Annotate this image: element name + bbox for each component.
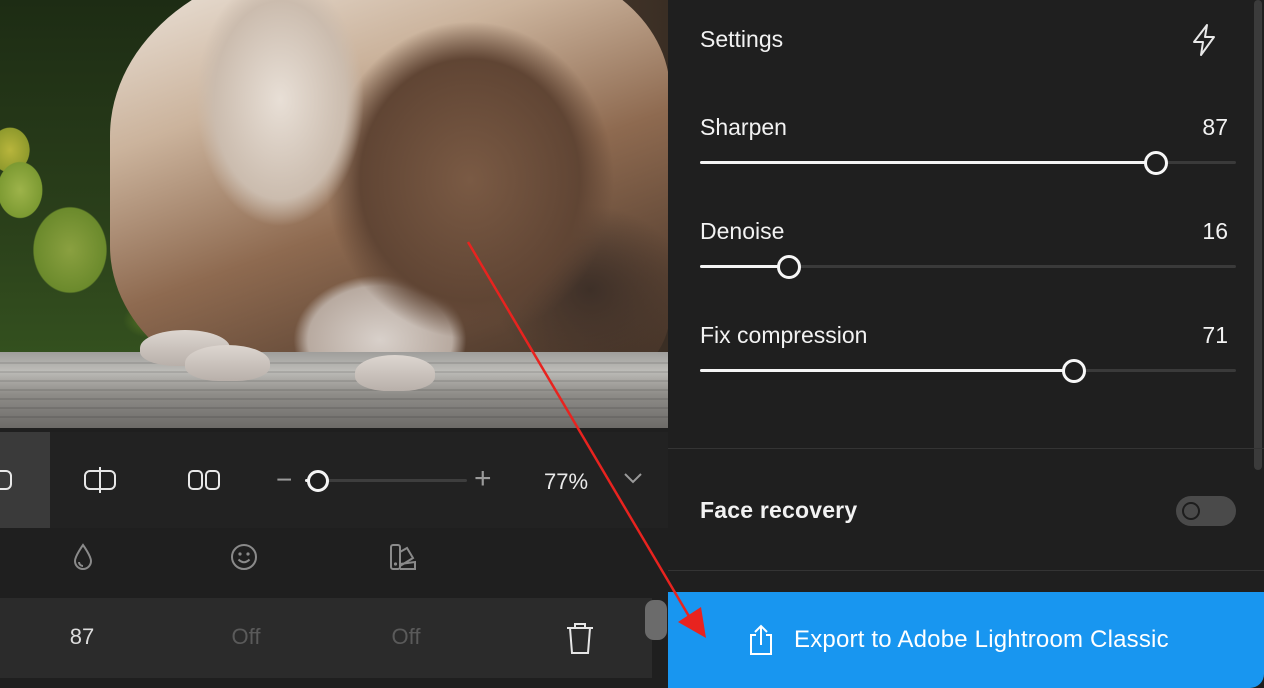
fix-compression-thumb[interactable]	[1061, 359, 1086, 383]
fix-compression-fill	[700, 369, 1074, 372]
view-toolbar: − + 77%	[0, 432, 668, 528]
fix-compression-value: 71	[1202, 322, 1228, 348]
table-scrollbar[interactable]	[645, 600, 667, 640]
wooden-plank	[0, 352, 668, 428]
denoise-value: 16	[1202, 218, 1228, 244]
drop-icon	[73, 543, 93, 570]
export-label: Export to Adobe Lightroom Classic	[794, 626, 1169, 653]
share-icon	[750, 624, 772, 655]
side-by-side-view-button[interactable]	[154, 432, 254, 528]
denoise-thumb[interactable]	[776, 255, 801, 279]
model-row[interactable]: 87 Off Off	[0, 598, 652, 678]
zoom-in-button[interactable]: +	[474, 463, 492, 495]
export-lightroom-button[interactable]: Export to Adobe Lightroom Classic	[668, 592, 1264, 688]
chevron-down-icon[interactable]	[622, 470, 644, 486]
denoise-label: Denoise	[700, 218, 785, 244]
face-recovery-toggle[interactable]	[1176, 496, 1236, 526]
cat-paw	[185, 345, 270, 381]
divider	[668, 570, 1264, 571]
fix-compression-track[interactable]	[700, 359, 1236, 383]
palette-icon	[390, 544, 416, 570]
denoise-track[interactable]	[700, 255, 1236, 279]
split-view-icon	[84, 467, 116, 493]
zoom-slider[interactable]	[305, 470, 467, 492]
settings-panel: Settings Sharpen 87 Denoise 16 Fix compr…	[668, 0, 1264, 688]
cat-paw	[355, 355, 435, 391]
panel-scrollbar[interactable]	[1254, 0, 1262, 470]
denoise-fill	[700, 265, 789, 268]
single-view-button[interactable]	[0, 432, 50, 528]
zoom-out-button[interactable]: −	[276, 464, 292, 496]
color-cell: Off	[391, 624, 421, 649]
sharpen-value: 87	[1202, 114, 1228, 140]
trash-icon[interactable]	[564, 620, 596, 656]
zoom-slider-thumb[interactable]	[306, 470, 329, 492]
single-view-icon	[0, 470, 12, 490]
face-recovery-label: Face recovery	[700, 497, 858, 523]
sharpen-label: Sharpen	[700, 114, 787, 140]
toggle-knob	[1182, 502, 1200, 520]
fix-compression-label: Fix compression	[700, 322, 868, 348]
side-by-side-view-icon	[188, 470, 220, 490]
divider	[668, 448, 1264, 449]
settings-title: Settings	[700, 26, 784, 52]
model-column-headers	[0, 528, 668, 590]
sharpen-fill	[700, 161, 1156, 164]
face-icon	[231, 544, 257, 570]
face-cell: Off	[231, 624, 261, 649]
image-preview[interactable]	[0, 0, 668, 428]
sharpen-cell: 87	[69, 624, 95, 649]
split-view-button[interactable]	[50, 432, 150, 528]
lightning-icon[interactable]	[1188, 22, 1220, 58]
sharpen-track[interactable]	[700, 151, 1236, 175]
sharpen-thumb[interactable]	[1143, 151, 1168, 175]
zoom-level-value: 77%	[544, 469, 589, 494]
